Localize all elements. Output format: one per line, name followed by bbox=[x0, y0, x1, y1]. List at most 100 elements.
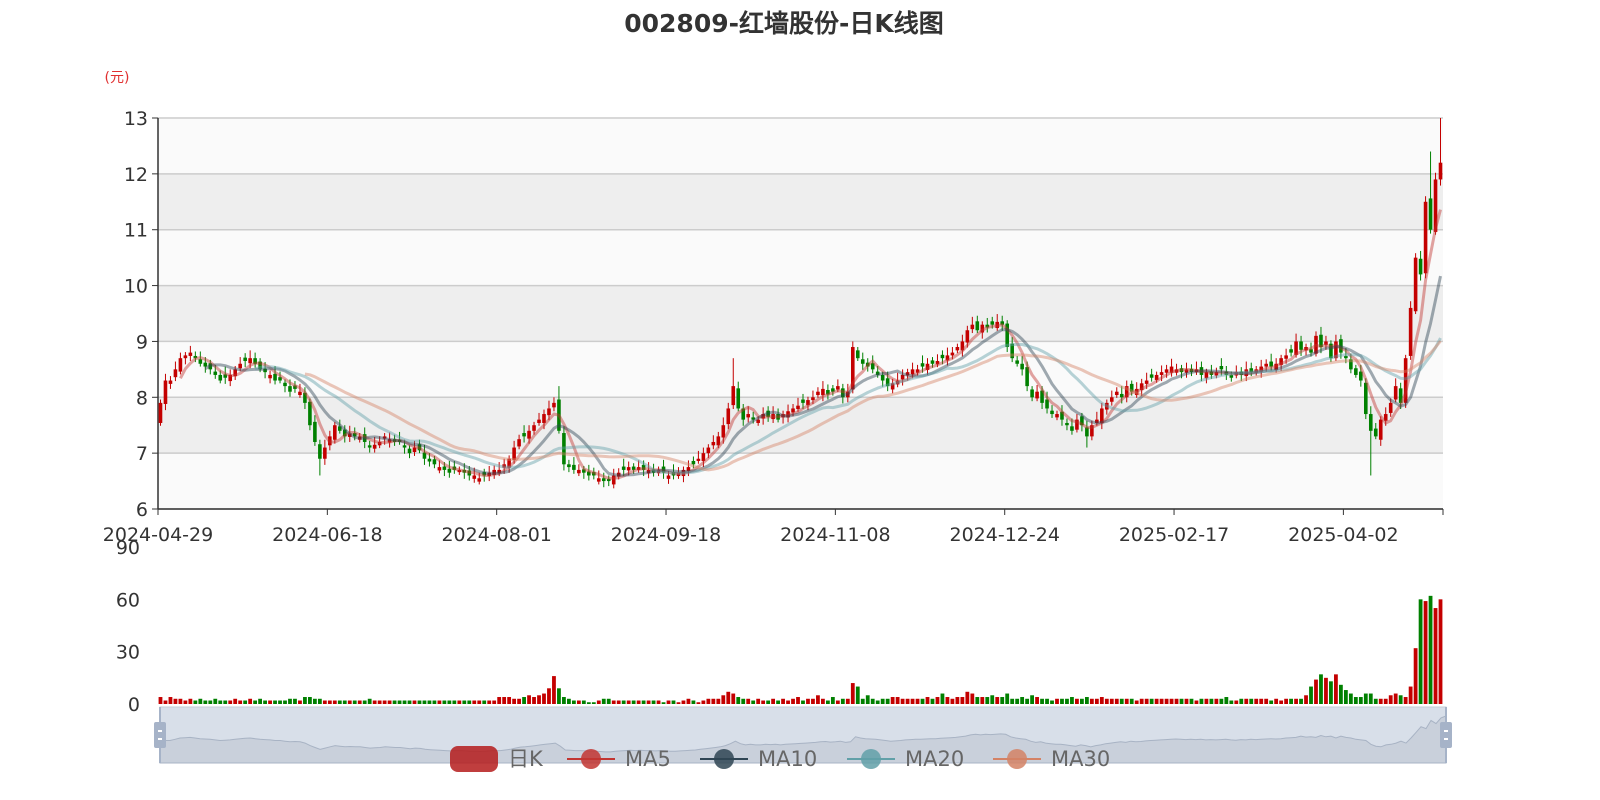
volume-bar bbox=[447, 700, 452, 704]
volume-bar bbox=[293, 698, 297, 704]
candle-body bbox=[522, 433, 526, 437]
candle-body bbox=[333, 425, 337, 440]
candle-body bbox=[1219, 366, 1224, 370]
volume-bar bbox=[208, 700, 213, 704]
y-tick-label: 10 bbox=[124, 276, 148, 298]
volume-bar bbox=[726, 691, 731, 704]
candle-body bbox=[577, 469, 581, 474]
candle-body bbox=[975, 321, 980, 331]
slider-handle-left[interactable] bbox=[154, 722, 166, 748]
volume-bar bbox=[243, 700, 248, 704]
volume-bar bbox=[238, 700, 243, 704]
volume-bar bbox=[696, 702, 701, 704]
volume-bar bbox=[522, 697, 526, 704]
volume-bar bbox=[397, 700, 402, 704]
candle-body bbox=[288, 386, 292, 392]
legend-label: MA20 bbox=[905, 747, 964, 771]
volume-bar bbox=[178, 698, 183, 704]
volume-bar bbox=[492, 700, 497, 704]
volume-bar bbox=[646, 700, 651, 704]
volume-bars bbox=[158, 595, 1443, 704]
volume-bar bbox=[517, 698, 521, 704]
volume-bar bbox=[357, 700, 362, 704]
volume-bar bbox=[825, 700, 830, 704]
volume-bar bbox=[746, 698, 751, 704]
volume-bar bbox=[1164, 698, 1169, 704]
volume-bar bbox=[636, 700, 641, 704]
volume-bar bbox=[651, 700, 656, 704]
volume-bar bbox=[377, 700, 382, 704]
volume-bar bbox=[1045, 698, 1049, 704]
volume-bar bbox=[263, 700, 267, 704]
volume-bar bbox=[806, 698, 810, 704]
candle-body bbox=[248, 358, 252, 364]
volume-bar bbox=[741, 698, 746, 704]
volume-bar bbox=[781, 698, 785, 704]
volume-bar bbox=[402, 700, 407, 704]
volume-bar bbox=[865, 695, 870, 704]
volume-bar bbox=[821, 698, 825, 704]
volume-bar bbox=[223, 700, 228, 704]
volume-bar bbox=[1314, 679, 1318, 704]
volume-bar bbox=[1358, 697, 1363, 704]
volume-bar bbox=[626, 700, 631, 704]
volume-bar bbox=[1149, 698, 1154, 704]
volume-bar bbox=[1408, 686, 1413, 704]
candle-body bbox=[691, 460, 696, 465]
volume-bar bbox=[1388, 695, 1393, 704]
volume-bar bbox=[950, 698, 955, 704]
volume-bar bbox=[641, 700, 646, 704]
volume-bar bbox=[1094, 698, 1099, 704]
volume-bar bbox=[1080, 698, 1084, 704]
handle-grip-icon bbox=[158, 738, 162, 740]
volume-bar bbox=[1005, 693, 1010, 704]
volume-bar bbox=[1324, 677, 1328, 704]
slider-handle-right[interactable] bbox=[1440, 722, 1452, 748]
candle-body bbox=[696, 458, 701, 461]
volume-bar bbox=[761, 700, 766, 704]
volume-bar bbox=[1184, 698, 1189, 704]
volume-bar bbox=[811, 698, 815, 704]
volume-bar bbox=[477, 700, 482, 704]
candle-body bbox=[183, 355, 188, 359]
volume-bar bbox=[1244, 698, 1249, 704]
y-axis-unit: (元) bbox=[105, 70, 130, 86]
volume-bar bbox=[935, 697, 940, 704]
volume-bar bbox=[322, 700, 327, 704]
candle-body bbox=[1368, 414, 1373, 431]
candle-body bbox=[537, 419, 541, 423]
volume-bar bbox=[1254, 698, 1259, 704]
volume-tick-label: 30 bbox=[116, 642, 140, 664]
candle-body bbox=[855, 350, 860, 359]
candle-body bbox=[1159, 372, 1164, 375]
volume-bar bbox=[796, 697, 800, 704]
volume-bar bbox=[502, 697, 507, 704]
candle-body bbox=[1299, 341, 1303, 350]
volume-bar bbox=[975, 697, 980, 704]
candle-body bbox=[407, 448, 412, 454]
candle-body bbox=[313, 421, 317, 442]
volume-bar bbox=[905, 698, 910, 704]
candle-body bbox=[1438, 162, 1443, 180]
volume-bar bbox=[880, 698, 885, 704]
volume-bar bbox=[1035, 697, 1039, 704]
volume-bar bbox=[487, 700, 492, 704]
candle-body bbox=[517, 439, 521, 447]
volume-bar bbox=[840, 698, 845, 704]
circle-legend-icon bbox=[861, 749, 881, 769]
candle-body bbox=[572, 464, 576, 470]
volume-bar bbox=[1104, 698, 1109, 704]
volume-bar bbox=[960, 697, 965, 704]
volume-bar bbox=[337, 700, 342, 704]
volume-bar bbox=[980, 697, 985, 704]
volume-bar bbox=[303, 697, 307, 704]
volume-bar bbox=[656, 700, 661, 704]
grid-band bbox=[158, 397, 1443, 454]
volume-bar bbox=[885, 698, 890, 704]
grid-band bbox=[158, 453, 1443, 509]
candle-body bbox=[198, 359, 203, 364]
volume-bar bbox=[835, 700, 840, 704]
volume-bar bbox=[621, 700, 626, 704]
volume-bar bbox=[352, 700, 357, 704]
volume-bar bbox=[273, 700, 277, 704]
